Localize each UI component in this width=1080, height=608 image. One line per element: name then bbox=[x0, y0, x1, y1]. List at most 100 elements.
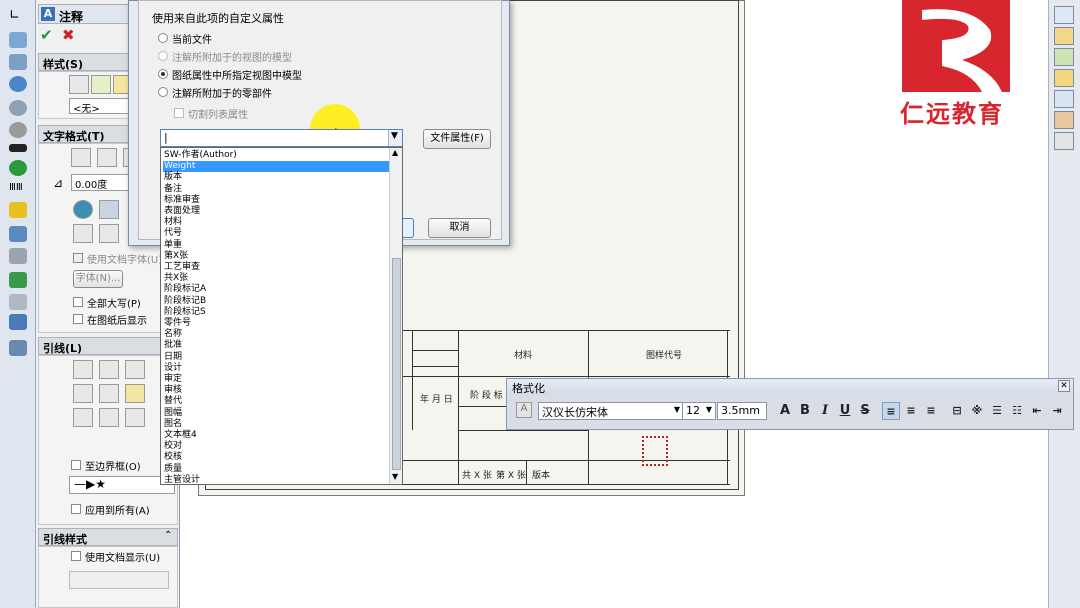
resources-icon[interactable] bbox=[1054, 6, 1074, 24]
smart-dimension-icon[interactable]: ∟ bbox=[9, 8, 27, 24]
hyperlink-icon[interactable] bbox=[73, 200, 93, 219]
file-explorer-icon[interactable] bbox=[1054, 69, 1074, 87]
text-style-icon[interactable]: A bbox=[516, 402, 532, 418]
property-list-item[interactable]: 材料 bbox=[163, 217, 389, 228]
use-doc-display-checkbox[interactable] bbox=[71, 551, 81, 561]
bullets-icon[interactable]: ☰ bbox=[988, 402, 1006, 420]
add-symbol-icon[interactable] bbox=[73, 224, 93, 243]
block-icon[interactable] bbox=[9, 272, 27, 288]
increase-indent-icon[interactable]: ⇥ bbox=[1048, 402, 1066, 420]
property-list-item[interactable]: 校对 bbox=[163, 441, 389, 452]
center-mark-icon[interactable] bbox=[9, 202, 27, 218]
add-style-icon[interactable] bbox=[91, 75, 111, 94]
datum-icon[interactable] bbox=[9, 144, 27, 152]
property-list-item[interactable]: 审定 bbox=[163, 374, 389, 385]
property-list-item[interactable]: 图幅 bbox=[163, 408, 389, 419]
property-list-item[interactable]: 日期 bbox=[163, 352, 389, 363]
property-list-item[interactable]: 备注 bbox=[163, 184, 389, 195]
property-list-item[interactable]: 标准审查 bbox=[163, 195, 389, 206]
scroll-thumb[interactable] bbox=[392, 258, 401, 470]
gtol-icon[interactable]: ⅢⅢ bbox=[9, 182, 27, 198]
property-list-item[interactable]: 共X张 bbox=[163, 273, 389, 284]
font-color-button[interactable]: A bbox=[776, 402, 794, 420]
centerline-icon[interactable] bbox=[9, 226, 27, 242]
symbol-icon[interactable]: ※ bbox=[968, 402, 986, 420]
property-list-item[interactable]: 文本框4 bbox=[163, 430, 389, 441]
align-left-button[interactable]: ≡ bbox=[882, 402, 900, 420]
ok-icon[interactable]: ✔ bbox=[40, 26, 53, 44]
align-center-icon[interactable] bbox=[97, 148, 117, 167]
stack-icon[interactable]: ⊟ bbox=[948, 402, 966, 420]
property-list-item[interactable]: 质量 bbox=[163, 464, 389, 475]
italic-button[interactable]: I bbox=[816, 402, 834, 420]
leader-nearest-icon[interactable] bbox=[125, 384, 145, 403]
leader-straight-icon[interactable] bbox=[73, 360, 93, 379]
table-icon[interactable] bbox=[9, 314, 27, 330]
text-height-input[interactable]: 3.5mm bbox=[717, 402, 767, 420]
property-list-item[interactable]: 单重 bbox=[163, 240, 389, 251]
leader-diagonal-icon[interactable] bbox=[73, 408, 93, 427]
strikethrough-button[interactable]: S bbox=[856, 402, 874, 420]
link-property-icon[interactable] bbox=[99, 200, 119, 219]
hatch-icon[interactable] bbox=[9, 248, 27, 264]
list-scrollbar[interactable]: ▲ ▼ bbox=[389, 148, 402, 484]
line-style-select[interactable] bbox=[69, 571, 169, 589]
use-doc-font-checkbox[interactable] bbox=[73, 253, 83, 263]
weld-symbol-icon[interactable] bbox=[9, 100, 27, 116]
to-border-checkbox[interactable] bbox=[71, 460, 81, 470]
note-selection-box[interactable] bbox=[642, 436, 668, 466]
property-list-item[interactable]: SW-作者(Author) bbox=[163, 150, 389, 161]
search-icon[interactable] bbox=[1054, 90, 1074, 108]
collapse-icon[interactable]: ⌃ bbox=[164, 530, 172, 541]
align-center-button[interactable]: ≡ bbox=[902, 402, 920, 420]
font-select[interactable]: 汉仪长仿宋体 ▼ bbox=[538, 402, 684, 420]
property-list-item[interactable]: 阶段标记B bbox=[163, 296, 389, 307]
all-caps-checkbox[interactable] bbox=[73, 297, 83, 307]
hole-callout-icon[interactable] bbox=[9, 122, 27, 138]
cancel-button[interactable]: 取消 bbox=[428, 218, 491, 238]
home-icon[interactable] bbox=[1054, 27, 1074, 45]
property-combo[interactable]: | bbox=[160, 129, 403, 147]
property-list-item[interactable]: 审核 bbox=[163, 385, 389, 396]
property-list-item[interactable]: 图名 bbox=[163, 419, 389, 430]
scroll-down-icon[interactable]: ▼ bbox=[392, 472, 398, 481]
property-list-item[interactable]: 替代 bbox=[163, 396, 389, 407]
cut-list-checkbox[interactable] bbox=[174, 108, 184, 118]
surface-symbol-icon[interactable] bbox=[99, 224, 119, 243]
property-list-item[interactable]: 第X张 bbox=[163, 251, 389, 262]
cancel-icon[interactable]: ✖ bbox=[62, 26, 75, 44]
property-list-item[interactable]: 阶段标记A bbox=[163, 284, 389, 295]
property-list-item[interactable]: 零件号 bbox=[163, 318, 389, 329]
property-list-item[interactable]: 代号 bbox=[163, 228, 389, 239]
apply-style-icon[interactable] bbox=[69, 75, 89, 94]
ok-button[interactable] bbox=[402, 218, 414, 238]
balloon-icon[interactable] bbox=[9, 54, 27, 70]
format-toolbar-titlebar[interactable]: 格式化 ✕ bbox=[507, 379, 1073, 395]
radio-current-file[interactable] bbox=[158, 33, 168, 43]
property-list-item[interactable]: 名称 bbox=[163, 329, 389, 340]
note-icon[interactable] bbox=[9, 32, 27, 48]
radio-view-model[interactable] bbox=[158, 51, 168, 61]
show-on-sheet-checkbox[interactable] bbox=[73, 314, 83, 324]
align-left-icon[interactable] bbox=[71, 148, 91, 167]
property-list-item[interactable]: 阶段标记S bbox=[163, 307, 389, 318]
property-list-item[interactable]: 工艺审查 bbox=[163, 262, 389, 273]
design-library-icon[interactable] bbox=[1054, 48, 1074, 66]
appearances-icon[interactable] bbox=[1054, 111, 1074, 129]
leader-section-header[interactable]: 引线(L) bbox=[38, 337, 178, 355]
underline-button[interactable]: U bbox=[836, 402, 854, 420]
radio-sheet-model[interactable] bbox=[158, 69, 168, 79]
numbering-icon[interactable]: ☷ bbox=[1008, 402, 1026, 420]
leader-left-icon[interactable] bbox=[73, 384, 93, 403]
property-list-item[interactable]: 主管设计 bbox=[163, 475, 389, 484]
datum-target-icon[interactable] bbox=[9, 160, 27, 176]
leader-right-icon[interactable] bbox=[99, 384, 119, 403]
revision-icon[interactable] bbox=[9, 294, 27, 310]
align-right-button[interactable]: ≡ bbox=[922, 402, 940, 420]
property-list-item[interactable]: Weight bbox=[163, 161, 389, 173]
scroll-up-icon[interactable]: ▲ bbox=[392, 148, 398, 157]
close-icon[interactable]: ✕ bbox=[1058, 380, 1070, 392]
leader-auto-icon[interactable] bbox=[125, 408, 145, 427]
property-list-item[interactable]: 表面处理 bbox=[163, 206, 389, 217]
property-list-item[interactable]: 批准 bbox=[163, 340, 389, 351]
